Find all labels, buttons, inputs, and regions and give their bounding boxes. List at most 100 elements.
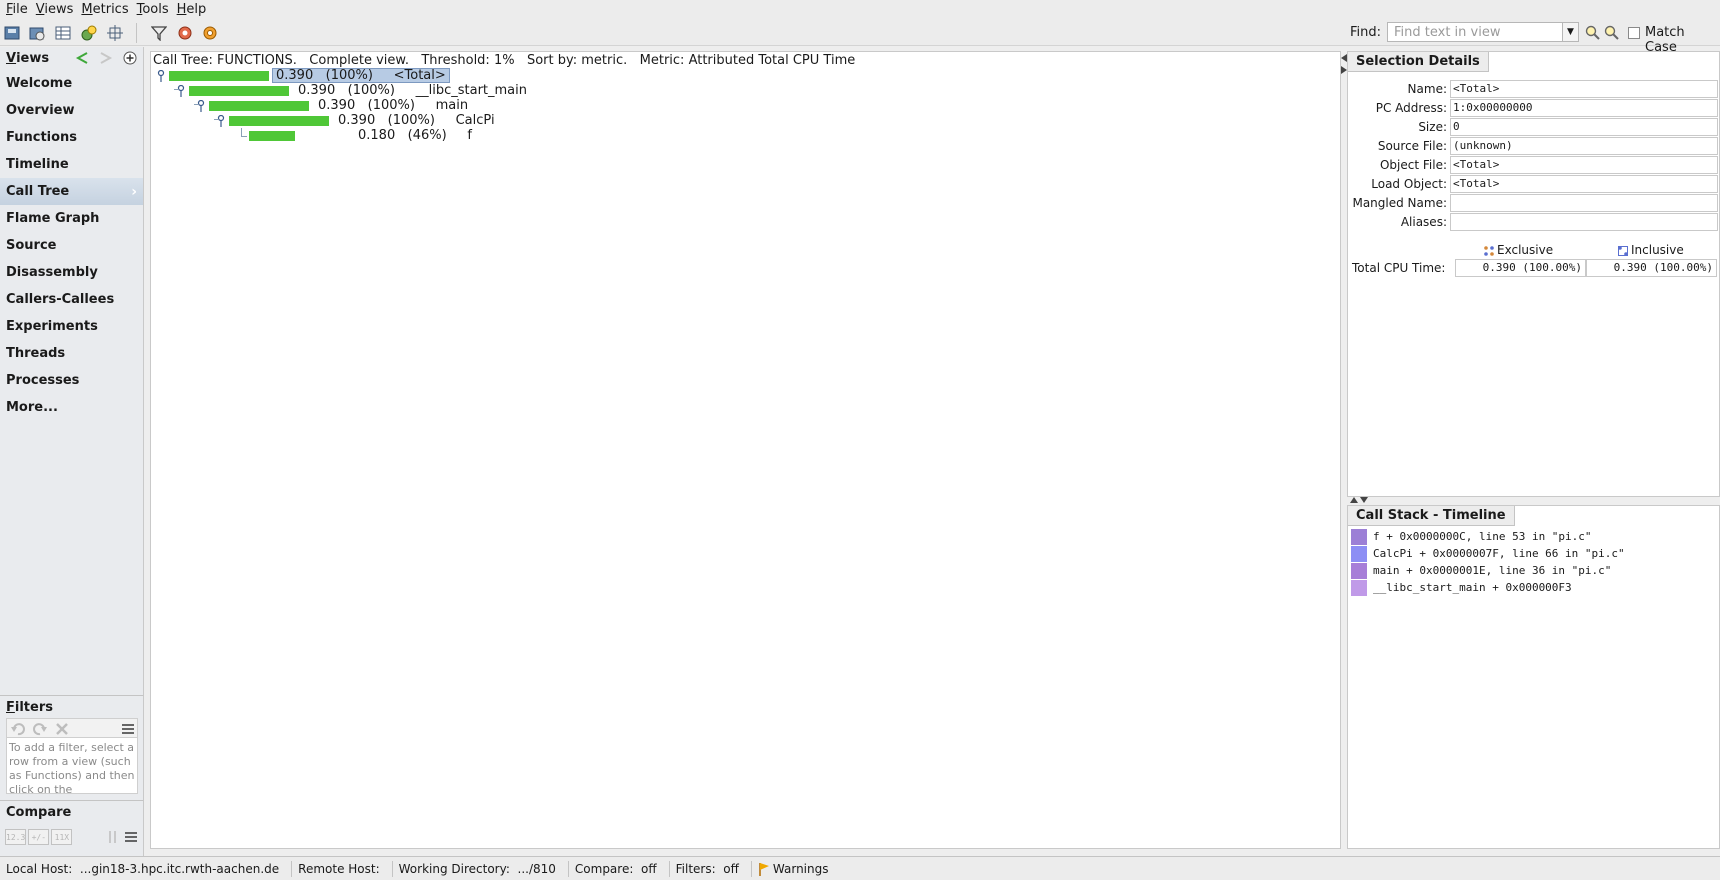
tree-connector	[241, 128, 242, 136]
selection-details-panel: Selection Details Name: <Total> PC Addre…	[1347, 51, 1720, 497]
compare-absolute-button[interactable]: 12.3	[5, 829, 27, 845]
compare-experiments-icon[interactable]	[54, 24, 72, 42]
menu-file[interactable]: File	[4, 2, 34, 17]
view-item-timeline[interactable]: Timeline	[0, 151, 143, 178]
tree-row[interactable]: 0.390 (100%) __libc_start_main	[298, 83, 527, 98]
object-file-field[interactable]: <Total>	[1450, 156, 1718, 174]
filter-icon[interactable]	[150, 24, 168, 42]
find-next-icon[interactable]	[1603, 24, 1621, 42]
view-item-source[interactable]: Source	[0, 232, 143, 259]
view-item-overview[interactable]: Overview	[0, 97, 143, 124]
aliases-field[interactable]	[1450, 213, 1718, 231]
connect-remote-icon[interactable]	[106, 24, 124, 42]
open-experiment-icon[interactable]	[3, 24, 21, 42]
stack-frame[interactable]: __libc_start_main + 0x000000F3	[1351, 579, 1572, 596]
view-item-callers-callees[interactable]: Callers-Callees	[0, 286, 143, 313]
match-case-checkbox[interactable]	[1628, 27, 1640, 39]
source-file-field[interactable]: (unknown)	[1450, 137, 1718, 155]
find-input[interactable]	[1387, 22, 1563, 42]
status-filters: Filters: off	[670, 860, 752, 877]
size-field[interactable]: 0	[1450, 118, 1718, 136]
status-remote-host: Remote Host:	[292, 860, 393, 877]
filters-panel: Filters To add a filter, select a row fr…	[0, 695, 144, 800]
view-item-functions[interactable]: Functions	[0, 124, 143, 151]
compare-toolbar: 12.3 +/- 11X	[5, 826, 139, 848]
tree-row[interactable]: 0.180 (46%) f	[358, 128, 472, 143]
compare-delta-button[interactable]: +/-	[28, 829, 50, 845]
view-item-flame-graph[interactable]: Flame Graph	[0, 205, 143, 232]
view-item-more[interactable]: More...	[0, 394, 143, 421]
settings-gear-icon[interactable]	[201, 24, 219, 42]
tree-row[interactable]: 0.390 (100%) main	[318, 98, 468, 113]
exclusive-header: Exclusive	[1484, 243, 1553, 257]
row-percent: (100%)	[367, 98, 415, 113]
load-object-field[interactable]: <Total>	[1450, 175, 1718, 193]
row-value: 0.390	[338, 113, 376, 128]
name-field[interactable]: <Total>	[1450, 80, 1718, 98]
menu-help[interactable]: Help	[175, 2, 213, 17]
compare-ratio-button[interactable]: 11X	[51, 829, 73, 845]
tree-row-selected[interactable]: 0.390 (100%) <Total>	[272, 68, 450, 83]
tree-row[interactable]: 0.390 (100%) CalcPi	[338, 113, 495, 128]
filters-menu-icon[interactable]	[119, 720, 137, 738]
view-item-experiments[interactable]: Experiments	[0, 313, 143, 340]
view-item-call-tree[interactable]: Call Tree ›	[0, 178, 143, 205]
view-item-processes[interactable]: Processes	[0, 367, 143, 394]
row-function-name: main	[435, 98, 469, 113]
open-recent-icon[interactable]	[28, 24, 46, 42]
status-warnings[interactable]: Warnings	[752, 861, 841, 877]
tree-connector	[194, 104, 198, 105]
row-value: 0.180	[358, 128, 396, 143]
load-object-label: Load Object:	[1371, 177, 1447, 191]
view-item-disassembly[interactable]: Disassembly	[0, 259, 143, 286]
view-item-threads[interactable]: Threads	[0, 340, 143, 367]
tree-expander-icon[interactable]	[217, 115, 227, 127]
source-file-label: Source File:	[1377, 139, 1447, 153]
vertical-splitter-icon[interactable]	[1350, 497, 1370, 503]
mangled-name-field[interactable]	[1450, 194, 1718, 212]
views-panel: Views Welcome Overview Functions Timelin…	[0, 47, 144, 695]
filters-title: Filters	[6, 700, 53, 715]
undo-icon[interactable]	[9, 720, 27, 738]
row-function-name: <Total>	[393, 68, 446, 83]
toolbar: Find: ▼ Match Case	[0, 19, 1720, 55]
metric-bar	[209, 101, 309, 111]
compare-swap-icon[interactable]	[104, 830, 119, 844]
pc-address-field[interactable]: 1:0x00000000	[1450, 99, 1718, 117]
add-view-icon[interactable]	[122, 50, 138, 66]
clear-filters-icon[interactable]	[53, 720, 71, 738]
row-function-name: CalcPi	[455, 113, 495, 128]
row-value: 0.390	[276, 68, 314, 83]
forward-arrow-icon[interactable]	[98, 50, 114, 66]
menu-tools[interactable]: Tools	[135, 2, 175, 17]
filters-help-text: To add a filter, select a row from a vie…	[6, 738, 138, 794]
stack-frame-color-swatch	[1351, 545, 1367, 562]
redo-icon[interactable]	[31, 720, 49, 738]
stack-frame[interactable]: CalcPi + 0x0000007F, line 66 in "pi.c"	[1351, 545, 1625, 562]
find-label: Find:	[1350, 25, 1382, 40]
find-previous-icon[interactable]	[1584, 24, 1602, 42]
find-dropdown-icon[interactable]: ▼	[1563, 22, 1579, 42]
call-stack-tab[interactable]: Call Stack - Timeline	[1348, 506, 1515, 526]
compare-menu-icon[interactable]	[124, 830, 139, 844]
experiment-settings-icon[interactable]	[176, 24, 194, 42]
menu-metrics[interactable]: Metrics	[79, 2, 134, 17]
compare-panel: Compare 12.3 +/- 11X	[0, 800, 144, 856]
back-arrow-icon[interactable]	[74, 50, 90, 66]
exclusive-value: 0.390 (100.00%)	[1455, 259, 1586, 277]
filters-toolbar	[6, 718, 138, 738]
stack-frame[interactable]: f + 0x0000000C, line 53 in "pi.c"	[1351, 528, 1592, 545]
row-percent: (100%)	[347, 83, 395, 98]
tree-expander-icon[interactable]	[197, 100, 207, 112]
tree-expander-icon[interactable]	[157, 70, 167, 82]
pc-address-label: PC Address:	[1375, 101, 1447, 115]
profile-application-icon[interactable]	[80, 24, 98, 42]
stack-frame-color-swatch	[1351, 579, 1367, 596]
view-item-welcome[interactable]: Welcome	[0, 70, 143, 97]
menu-views[interactable]: Views	[34, 2, 80, 17]
call-tree-panel: Call Tree: FUNCTIONS. Complete view. Thr…	[150, 51, 1341, 849]
stack-frame[interactable]: main + 0x0000001E, line 36 in "pi.c"	[1351, 562, 1611, 579]
tree-expander-icon[interactable]	[177, 85, 187, 97]
call-tree-header: Call Tree: FUNCTIONS. Complete view. Thr…	[153, 53, 856, 68]
selection-details-tab[interactable]: Selection Details	[1348, 52, 1489, 72]
